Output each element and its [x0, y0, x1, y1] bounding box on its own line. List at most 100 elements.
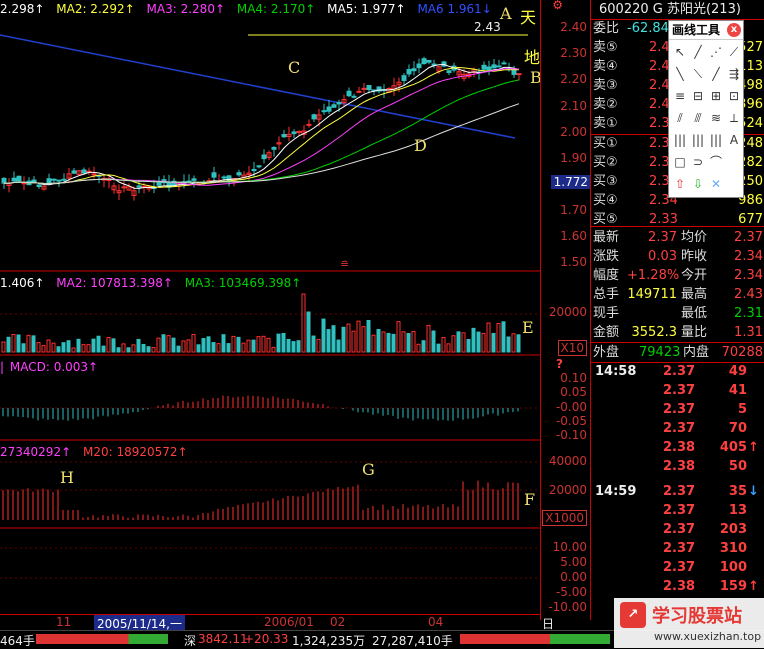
candle-body: [191, 178, 197, 181]
curve-tool-icon[interactable]: ⌒: [707, 153, 725, 171]
fib-tool-icon[interactable]: ≡: [671, 87, 689, 105]
fan-tool-icon[interactable]: ⟋: [725, 43, 743, 61]
tick-time: 14:58: [595, 364, 637, 379]
close-icon[interactable]: x: [727, 23, 741, 37]
angle-tool-icon[interactable]: ⫻: [689, 109, 707, 127]
gann-tool-icon[interactable]: ⊟: [689, 87, 707, 105]
volume-bar: [11, 333, 16, 353]
volume-bar: [306, 311, 311, 353]
candle-body: [81, 169, 87, 174]
sell-price: 2.4: [649, 97, 670, 112]
tick-price: 2.38: [663, 579, 696, 594]
time-tool-icon[interactable]: |||: [707, 131, 725, 149]
candle-body: [336, 101, 342, 105]
drawing-tools-panel[interactable]: 画线工具 x ↖ ╱ ⋰ ⟋ ╲ ⟍ ╱ ⇶ ≡ ⊟ ⊞ ⊡ ⫽ ⫻ ≋ ⟂ ||| ||| ||| A □ ⊃ ⌒ ⇧ ⇩ ✕: [668, 20, 744, 198]
price-tick: 2.30: [560, 46, 587, 60]
candle-body: [251, 168, 257, 172]
drawing-tools-title[interactable]: 画线工具 x: [669, 21, 743, 40]
volume-bar: [146, 346, 151, 353]
volume-bar: [416, 343, 421, 353]
volume-bar: [331, 325, 336, 353]
sell-price: 2.4: [649, 40, 670, 55]
wave-tool-icon[interactable]: ≋: [707, 109, 725, 127]
macd-value: MACD: 0.003↑: [9, 360, 99, 374]
pointer-tool-icon[interactable]: ↖: [671, 43, 689, 61]
volume-bar: [376, 328, 381, 353]
candle-body: [296, 130, 302, 133]
tick-volume: 405: [719, 440, 747, 455]
candle-body: [406, 69, 412, 75]
candle-body: [401, 75, 407, 81]
sell-label: 卖④: [593, 59, 618, 74]
kline-chart[interactable]: ≘: [0, 0, 540, 620]
candle-body: [11, 177, 17, 182]
tick-volume: 13: [728, 503, 747, 518]
blank-tool-icon[interactable]: [725, 153, 743, 171]
volume-bars: [1, 293, 521, 353]
volume-bar: [236, 336, 241, 353]
candle-body: [1, 177, 7, 184]
volume-bar: [51, 342, 56, 353]
line-tool-icon[interactable]: ╱: [689, 43, 707, 61]
stat-label-2: 量比: [681, 325, 708, 340]
delete-tool-icon[interactable]: ✕: [707, 175, 725, 193]
candle-body: [511, 69, 517, 75]
volume-bar: [266, 337, 271, 353]
down-arrow-tool-icon[interactable]: ⇩: [689, 175, 707, 193]
stat-label: 金额: [593, 325, 620, 340]
channel-tool-icon[interactable]: ⇶: [725, 65, 743, 83]
rect-tool-icon[interactable]: □: [671, 153, 689, 171]
candle-body: [346, 90, 352, 97]
ma1-value: 2.298↑: [0, 2, 45, 16]
candle-body: [311, 114, 317, 120]
arrow-line-tool-icon[interactable]: ⟍: [689, 65, 707, 83]
volume-bar: [141, 343, 146, 353]
volume-bar: [291, 341, 296, 353]
period-tool-icon[interactable]: |||: [671, 131, 689, 149]
box-tool-icon[interactable]: ⊞: [707, 87, 725, 105]
annotation-high: 2.43: [474, 20, 501, 34]
volume-bar: [366, 319, 371, 353]
candle-body: [501, 62, 507, 65]
parallel-tool-icon[interactable]: ╱: [707, 65, 725, 83]
stat-label: 最新: [593, 230, 620, 245]
volume-bar: [476, 331, 481, 353]
speed-tool-icon[interactable]: ⫽: [671, 109, 689, 127]
candle-body: [426, 59, 432, 63]
perp-tool-icon[interactable]: ⟂: [725, 109, 743, 127]
f-tick: 40000: [548, 454, 587, 468]
volume-bar: [491, 332, 496, 353]
ray-tool-icon[interactable]: ⋰: [707, 43, 725, 61]
text-tool-icon[interactable]: A: [725, 131, 743, 149]
watermark-title: 学习股票站: [652, 606, 742, 627]
up-arrow-tool-icon[interactable]: ⇧: [671, 175, 689, 193]
cycle-tool-icon[interactable]: |||: [689, 131, 707, 149]
buy-label: 买②: [593, 155, 618, 170]
volume-bar: [181, 340, 186, 353]
stat-label: 总手: [593, 287, 620, 302]
blank-tool-2-icon[interactable]: [725, 175, 743, 193]
volume-bar: [66, 340, 71, 353]
ma-line-20: [3, 68, 520, 186]
status-bar-meter: [36, 634, 168, 644]
volume-bar: [351, 330, 356, 353]
kline-chart-area[interactable]: ≘ 2.298↑ MA2: 2.292↑ MA3: 2.280↑ MA4: 2.…: [0, 0, 542, 620]
volume-bar: [81, 344, 86, 353]
status-bar-meter-2: [460, 634, 610, 644]
ma4-value: MA4: 2.170↑: [236, 2, 316, 16]
candle-body: [291, 131, 297, 135]
segment-tool-icon[interactable]: ╲: [671, 65, 689, 83]
candle-body: [491, 64, 497, 69]
volume-bar: [396, 321, 401, 353]
macd-help-icon[interactable]: ?: [556, 357, 563, 371]
tick-price: 2.37: [663, 560, 696, 575]
volume-bar: [436, 343, 441, 353]
axis-settings-icon[interactable]: ⚙: [552, 0, 563, 12]
arc-tool-icon[interactable]: ⊃: [689, 153, 707, 171]
level-tool-icon[interactable]: ⊡: [725, 87, 743, 105]
moving-average-lines: [3, 63, 520, 189]
volume-bar: [311, 335, 316, 353]
tick-volume: 41: [728, 383, 747, 398]
stat-row: 现手 最低 2.31: [591, 304, 764, 323]
volume-bar: [326, 329, 331, 353]
